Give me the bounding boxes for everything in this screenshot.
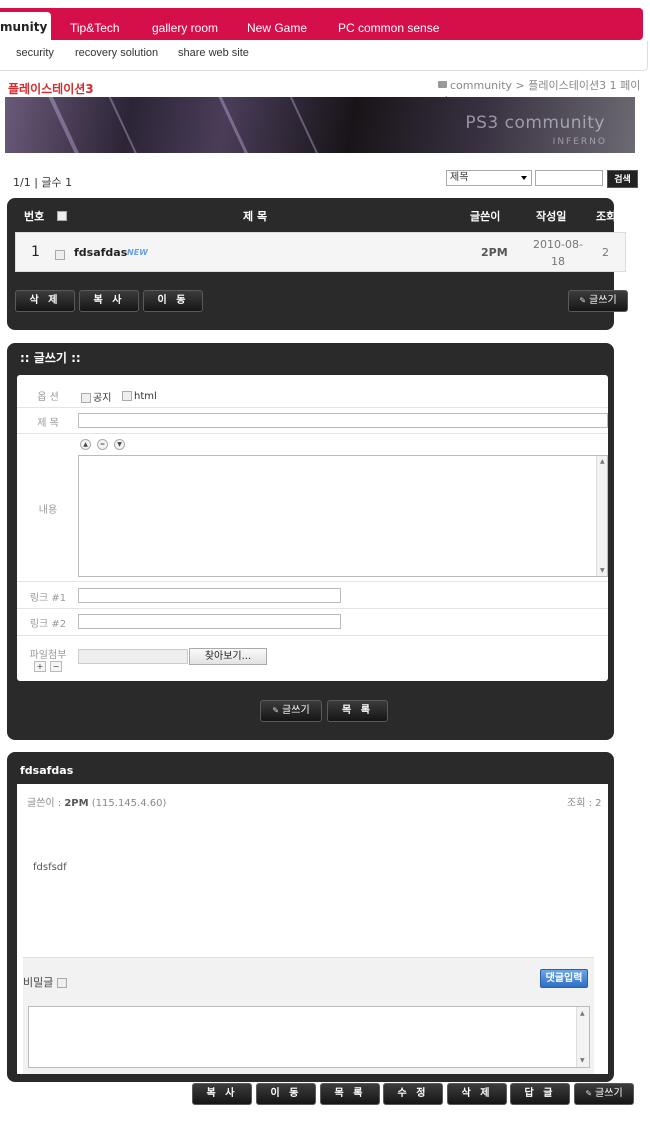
row-checkbox[interactable] [55,248,65,261]
label-content: 내용 [38,505,58,516]
row-date: 2010-08-18 [533,238,583,268]
board-banner: PS3 community INFERNO [5,97,635,153]
label-link2: 링크 #2 [29,619,67,630]
new-badge: NEW [127,248,148,257]
notice-label: 공지 [93,393,112,404]
content-textarea[interactable] [78,455,608,577]
nav-tab-gallery-room[interactable]: gallery room [152,8,218,40]
select-all-checkbox[interactable] [57,209,67,222]
subject-input[interactable] [78,413,608,428]
post-meta: 글쓴이 : 2PM (115.145.4.60) [27,794,166,809]
subnav-security[interactable]: security [16,47,54,59]
board-title: 플레이스테이션3 [8,82,94,96]
post-ip: (115.145.4.60) [91,798,167,809]
delete-button[interactable]: 삭 제 [15,290,75,312]
nav-tab-tip-tech[interactable]: Tip&Tech [70,8,120,40]
post-edit-button[interactable]: 수 정 [383,1083,443,1105]
page-info: 1/1 | 글수 1 [13,176,73,189]
post-views: 조회 : 2 [567,798,602,809]
divider [17,608,608,609]
write-button-label: 글쓰기 [589,295,617,306]
html-label: html [134,391,157,402]
pencil-icon: ✎ [272,706,280,715]
banner-subtitle: INFERNO [552,137,607,147]
banner-logo-text: PS3 community [465,113,605,133]
add-file-button[interactable]: + [34,661,46,672]
subnav-recovery-solution[interactable]: recovery solution [75,47,158,59]
content-scrollbar[interactable]: ▲ ▼ [596,456,607,576]
search-input[interactable] [535,170,603,186]
writer-label: 글쓴이 : [27,798,62,809]
nav-tab-new-game[interactable]: New Game [247,8,307,40]
label-options: 옵 션 [37,392,59,403]
row-number: 1 [31,244,40,260]
pencil-icon: ✎ [579,296,587,305]
html-checkbox[interactable]: html [122,389,157,402]
secret-comment-option[interactable]: 비밀글 [23,974,67,990]
search-select-value: 제목 [450,172,469,183]
post-writer[interactable]: 2PM [64,798,88,809]
divider [17,635,608,636]
file-path-field[interactable] [78,649,188,664]
header-date: 작성일 [536,210,567,223]
divider [17,581,608,582]
nav-tab-pc-common-sense[interactable]: PC common sense [338,8,439,40]
secret-checkbox[interactable] [56,978,67,988]
post-delete-button[interactable]: 삭 제 [447,1083,507,1105]
post-write-label: 글쓰기 [595,1088,623,1099]
row-title-link[interactable]: fdsafdas [74,246,127,259]
row-writer[interactable]: 2PM [481,246,508,259]
header-views: 조회 [596,210,617,223]
browse-file-button[interactable]: 찾아보기... [189,648,267,665]
submit-write-label: 글쓰기 [282,705,310,716]
header-number: 번호 [24,210,45,223]
secret-label: 비밀글 [23,976,54,989]
nav-tab-community[interactable]: munity [0,12,51,40]
font-reset-button[interactable]: = [97,439,108,450]
write-panel-title: :: 글쓰기 :: [20,351,81,365]
label-subject: 제 목 [37,418,59,429]
post-reply-button[interactable]: 답 글 [510,1083,570,1105]
chevron-down-icon [521,176,527,180]
font-down-button[interactable]: ▼ [114,439,125,450]
submit-write-button[interactable]: ✎ 글쓰기 [260,700,322,722]
comment-textarea[interactable] [28,1006,590,1068]
post-move-button[interactable]: 이 동 [256,1083,316,1105]
comment-submit-button[interactable]: 댓글입력 [540,969,588,988]
list-button[interactable]: 목 록 [327,700,388,722]
post-content: fdsfsdf [33,862,67,873]
move-button[interactable]: 이 동 [143,290,203,312]
search-field-select[interactable]: 제목 [446,170,532,186]
header-title: 제 목 [243,210,268,223]
home-icon [438,81,447,88]
search-button[interactable]: 검색 [607,170,638,188]
link1-input[interactable] [78,588,341,603]
post-copy-button[interactable]: 복 사 [192,1083,252,1105]
divider [17,407,608,408]
row-views: 2 [602,246,609,259]
label-attach: 파일첨부 [29,650,67,661]
copy-button[interactable]: 복 사 [79,290,139,312]
header-writer: 글쓴이 [470,210,501,223]
font-up-button[interactable]: ▲ [80,439,91,450]
post-list-button[interactable]: 목 록 [320,1083,380,1105]
link2-input[interactable] [78,614,341,629]
divider [17,433,608,434]
post-title: fdsafdas [20,764,74,777]
subnav-share-web-site[interactable]: share web site [178,47,249,59]
label-link1: 링크 #1 [29,593,67,604]
write-button[interactable]: ✎ 글쓰기 [568,290,628,312]
comment-scrollbar[interactable]: ▲ ▼ [576,1007,589,1067]
remove-file-button[interactable]: − [50,661,62,672]
notice-checkbox[interactable]: 공지 [81,389,111,404]
post-write-button[interactable]: ✎ 글쓰기 [574,1083,634,1105]
pencil-icon: ✎ [585,1089,593,1098]
